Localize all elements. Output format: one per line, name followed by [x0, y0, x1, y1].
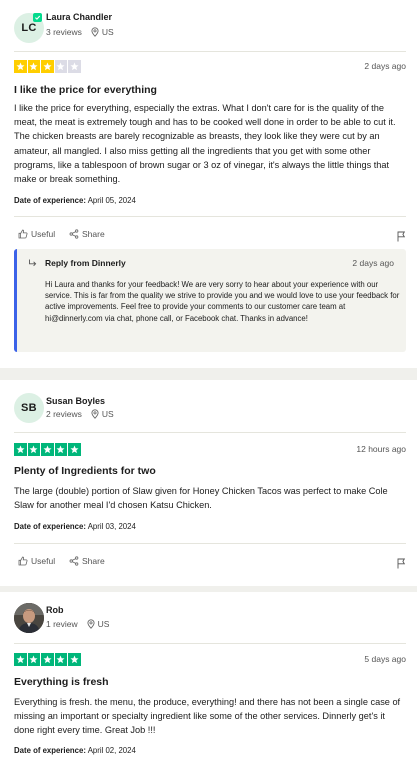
star-icon — [41, 653, 54, 666]
avatar[interactable]: SB — [14, 393, 44, 423]
company-reply: Reply from Dinnerly 2 days ago Hi Laura … — [14, 249, 406, 352]
divider — [14, 543, 406, 544]
star-rating — [14, 60, 81, 73]
review-card: Rob 1 review US 5 days ago Everything is… — [0, 592, 417, 762]
star-icon — [27, 443, 40, 456]
location-pin-icon — [91, 409, 99, 419]
experience-date: Date of experience: April 03, 2024 — [14, 522, 136, 531]
location-pin-icon — [87, 619, 95, 629]
share-button[interactable]: Share — [69, 556, 105, 566]
share-icon — [69, 556, 79, 566]
avatar-photo-icon — [14, 603, 44, 633]
divider — [14, 432, 406, 433]
star-icon — [14, 653, 27, 666]
star-icon — [68, 653, 81, 666]
experience-value: April 02, 2024 — [87, 746, 136, 755]
reviews-count: 1 review — [46, 619, 78, 629]
useful-label: Useful — [31, 556, 56, 566]
star-icon — [27, 60, 40, 73]
experience-label: Date of experience: — [14, 196, 86, 205]
flag-icon — [397, 231, 406, 242]
review-date: 5 days ago — [364, 654, 406, 664]
reviewer-name[interactable]: Susan Boyles — [46, 396, 105, 406]
star-icon — [68, 60, 81, 73]
star-icon — [54, 60, 67, 73]
reviewer-meta: 3 reviews US — [46, 27, 114, 37]
useful-button[interactable]: Useful — [18, 229, 55, 239]
star-icon — [54, 443, 67, 456]
thumbs-up-icon — [18, 229, 28, 239]
experience-label: Date of experience: — [14, 522, 86, 531]
location: US — [91, 409, 114, 419]
location: US — [91, 27, 114, 37]
star-rating — [14, 443, 81, 456]
avatar-initials: SB — [21, 402, 37, 414]
location-label: US — [101, 409, 114, 419]
divider — [14, 51, 406, 52]
star-icon — [14, 443, 27, 456]
reviewer-name[interactable]: Laura Chandler — [46, 12, 112, 22]
review-title[interactable]: Plenty of Ingredients for two — [14, 465, 156, 477]
flag-button[interactable] — [396, 229, 406, 247]
star-icon — [68, 443, 81, 456]
star-icon — [41, 60, 54, 73]
share-label: Share — [82, 229, 105, 239]
review-title[interactable]: Everything is fresh — [14, 676, 109, 688]
share-label: Share — [82, 556, 105, 566]
flag-button[interactable] — [396, 556, 406, 574]
review-card: SB Susan Boyles 2 reviews US 12 hours ag… — [0, 380, 417, 586]
star-icon — [27, 653, 40, 666]
review-body: The large (double) portion of Slaw given… — [14, 486, 388, 511]
thumbs-up-icon — [18, 556, 28, 566]
avatar[interactable] — [14, 603, 44, 633]
star-icon — [41, 443, 54, 456]
location-label: US — [97, 619, 110, 629]
star-icon — [14, 60, 27, 73]
reply-body: Hi Laura and thanks for your feedback! W… — [45, 280, 400, 323]
review-date: 12 hours ago — [356, 444, 406, 454]
useful-button[interactable]: Useful — [18, 556, 55, 566]
reply-date: 2 days ago — [352, 258, 394, 268]
reviewer-meta: 1 review US — [46, 619, 109, 629]
reviews-count: 3 reviews — [46, 27, 82, 37]
avatar-initials: LC — [21, 22, 37, 34]
location: US — [87, 619, 110, 629]
review-body: I like the price for everything, especia… — [14, 103, 396, 185]
review-date: 2 days ago — [364, 61, 406, 71]
star-icon — [54, 653, 67, 666]
reply-arrow-icon — [29, 259, 37, 267]
location-label: US — [101, 27, 114, 37]
experience-date: Date of experience: April 02, 2024 — [14, 746, 136, 755]
reviewer-name[interactable]: Rob — [46, 605, 64, 615]
review-body: Everything is fresh. the menu, the produ… — [14, 697, 401, 736]
flag-icon — [397, 558, 406, 569]
experience-label: Date of experience: — [14, 746, 86, 755]
share-icon — [69, 229, 79, 239]
divider — [14, 643, 406, 644]
useful-label: Useful — [31, 229, 56, 239]
share-button[interactable]: Share — [69, 229, 105, 239]
review-card: LC Laura Chandler 3 reviews US 2 days ag… — [0, 0, 417, 368]
experience-date: Date of experience: April 05, 2024 — [14, 196, 136, 205]
review-title[interactable]: I like the price for everything — [14, 84, 157, 96]
reviews-count: 2 reviews — [46, 409, 82, 419]
verified-badge-icon — [33, 13, 42, 22]
reviewer-meta: 2 reviews US — [46, 409, 114, 419]
experience-value: April 03, 2024 — [87, 522, 136, 531]
divider — [14, 216, 406, 217]
reply-title: Reply from Dinnerly — [45, 258, 126, 268]
experience-value: April 05, 2024 — [87, 196, 136, 205]
location-pin-icon — [91, 27, 99, 37]
star-rating — [14, 653, 81, 666]
